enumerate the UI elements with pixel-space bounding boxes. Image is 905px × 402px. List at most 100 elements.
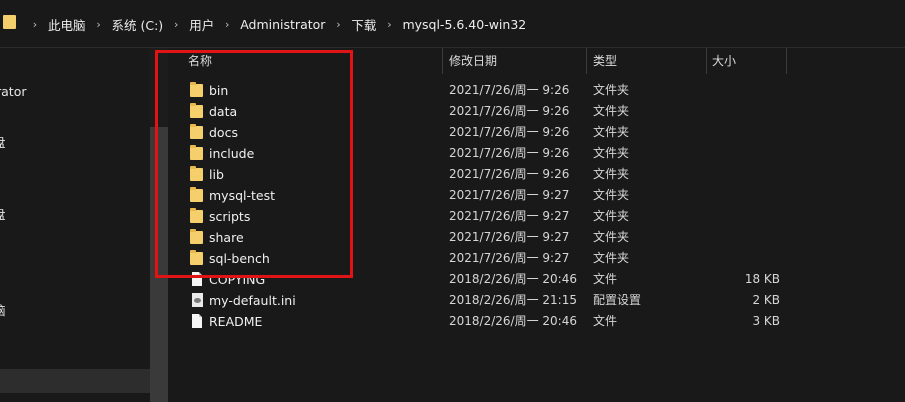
file-row[interactable]: COPYING 2018/2/26/周一 20:46 文件 18 KB <box>168 269 905 290</box>
nav-scrollbar-thumb[interactable] <box>150 127 168 402</box>
folder-icon <box>190 82 204 98</box>
file-icon <box>190 272 204 287</box>
file-name: scripts <box>209 209 251 224</box>
breadcrumb-drive-c[interactable]: 系统 (C:) <box>112 15 164 34</box>
file-size <box>688 185 780 206</box>
file-row[interactable]: scripts 2021/7/26/周一 9:27 文件夹 <box>168 206 905 227</box>
file-name: bin <box>209 83 229 98</box>
folder-icon <box>190 145 204 161</box>
column-divider[interactable] <box>586 48 587 74</box>
file-row[interactable]: bin 2021/7/26/周一 9:26 文件夹 <box>168 80 905 101</box>
file-name: sql-bench <box>209 251 270 266</box>
folder-icon <box>190 229 204 245</box>
file-row[interactable]: share 2021/7/26/周一 9:27 文件夹 <box>168 227 905 248</box>
file-date: 2021/7/26/周一 9:27 <box>449 251 570 265</box>
nav-item-drive[interactable]: 盘 <box>0 204 6 223</box>
file-name: mysql-test <box>209 188 276 203</box>
file-row[interactable]: README 2018/2/26/周一 20:46 文件 3 KB <box>168 311 905 332</box>
file-date: 2021/7/26/周一 9:27 <box>449 230 570 244</box>
breadcrumb-separator: › <box>173 17 179 31</box>
column-header-type[interactable]: 类型 <box>593 48 617 74</box>
nav-item-administrator[interactable]: rator <box>0 84 27 99</box>
file-date: 2021/7/26/周一 9:26 <box>449 83 570 97</box>
file-row[interactable]: lib 2021/7/26/周一 9:26 文件夹 <box>168 164 905 185</box>
column-divider[interactable] <box>706 48 707 74</box>
file-name: docs <box>209 125 238 140</box>
file-list: 名称 修改日期 类型 大小 bin 2021/7/26/周一 9:26 文件夹 dat… <box>168 48 905 402</box>
nav-item-drive[interactable]: 盘 <box>0 132 6 151</box>
folder-icon <box>190 208 204 224</box>
file-date: 2021/7/26/周一 9:27 <box>449 209 570 223</box>
file-size: 2 KB <box>752 293 780 307</box>
folder-icon <box>190 187 204 203</box>
folder-icon <box>190 103 204 119</box>
file-date: 2018/2/26/周一 21:15 <box>449 293 577 307</box>
file-name: COPYING <box>209 272 266 287</box>
file-date: 2021/7/26/周一 9:26 <box>449 167 570 181</box>
file-size <box>688 248 780 269</box>
column-header-size[interactable]: 大小 <box>712 48 736 74</box>
file-type: 文件夹 <box>593 230 630 244</box>
file-name: lib <box>209 167 224 182</box>
navigation-pane: rator 盘 盘 脑 <box>0 48 150 402</box>
breadcrumb-downloads[interactable]: 下载 <box>351 15 376 34</box>
file-date: 2021/7/26/周一 9:26 <box>449 146 570 160</box>
file-date: 2018/2/26/周一 20:46 <box>449 314 577 328</box>
file-size <box>688 80 780 101</box>
file-row[interactable]: include 2021/7/26/周一 9:26 文件夹 <box>168 143 905 164</box>
file-name: share <box>209 230 244 245</box>
file-type: 文件夹 <box>593 209 630 223</box>
column-divider[interactable] <box>786 48 787 74</box>
file-size: 3 KB <box>752 314 780 328</box>
file-type: 文件夹 <box>593 104 630 118</box>
column-header-name[interactable]: 名称 <box>188 48 212 74</box>
file-name: data <box>209 104 238 119</box>
column-header-date[interactable]: 修改日期 <box>449 48 497 74</box>
file-row[interactable]: sql-bench 2021/7/26/周一 9:27 文件夹 <box>168 248 905 269</box>
file-row[interactable]: docs 2021/7/26/周一 9:26 文件夹 <box>168 122 905 143</box>
file-row[interactable]: data 2021/7/26/周一 9:26 文件夹 <box>168 101 905 122</box>
file-type: 文件夹 <box>593 125 630 139</box>
file-name: include <box>209 146 255 161</box>
file-size <box>688 143 780 164</box>
column-divider[interactable] <box>442 48 443 74</box>
file-size <box>688 122 780 143</box>
file-row[interactable]: my-default.ini 2018/2/26/周一 21:15 配置设置 2 KB <box>168 290 905 311</box>
address-bar[interactable]: › 此电脑 › 系统 (C:) › 用户 › Administrator › 下… <box>0 0 905 48</box>
file-size <box>688 164 780 185</box>
file-type: 配置设置 <box>593 293 642 307</box>
breadcrumb-this-pc[interactable]: 此电脑 <box>48 15 86 34</box>
settings-file-icon <box>190 293 204 308</box>
nav-selected-item[interactable] <box>0 369 150 393</box>
file-date: 2021/7/26/周一 9:26 <box>449 104 570 118</box>
file-name: my-default.ini <box>209 293 296 308</box>
file-type: 文件夹 <box>593 146 630 160</box>
file-type: 文件夹 <box>593 83 630 97</box>
file-size <box>688 227 780 248</box>
file-size <box>688 101 780 122</box>
file-row[interactable]: mysql-test 2021/7/26/周一 9:27 文件夹 <box>168 185 905 206</box>
file-size <box>688 206 780 227</box>
file-size: 18 KB <box>744 272 780 286</box>
breadcrumb-separator: › <box>96 17 101 31</box>
folder-icon <box>190 124 204 140</box>
file-date: 2018/2/26/周一 20:46 <box>449 272 577 286</box>
breadcrumb-separator: › <box>387 17 392 31</box>
breadcrumb-separator: › <box>32 17 38 31</box>
breadcrumb-separator: › <box>225 17 230 31</box>
breadcrumb-separator: › <box>336 17 341 31</box>
breadcrumb-administrator[interactable]: Administrator <box>240 17 325 32</box>
file-type: 文件夹 <box>593 188 630 202</box>
file-type: 文件 <box>593 272 618 286</box>
folder-icon <box>3 15 17 31</box>
file-type: 文件夹 <box>593 251 630 265</box>
file-icon <box>190 314 204 329</box>
file-type: 文件 <box>593 314 618 328</box>
nav-item-network[interactable]: 脑 <box>0 300 6 319</box>
file-date: 2021/7/26/周一 9:27 <box>449 188 570 202</box>
breadcrumb-current-folder[interactable]: mysql-5.6.40-win32 <box>402 17 526 32</box>
file-name: README <box>209 314 263 329</box>
breadcrumb-users[interactable]: 用户 <box>189 15 214 34</box>
folder-icon <box>190 166 204 182</box>
folder-icon <box>190 250 204 266</box>
